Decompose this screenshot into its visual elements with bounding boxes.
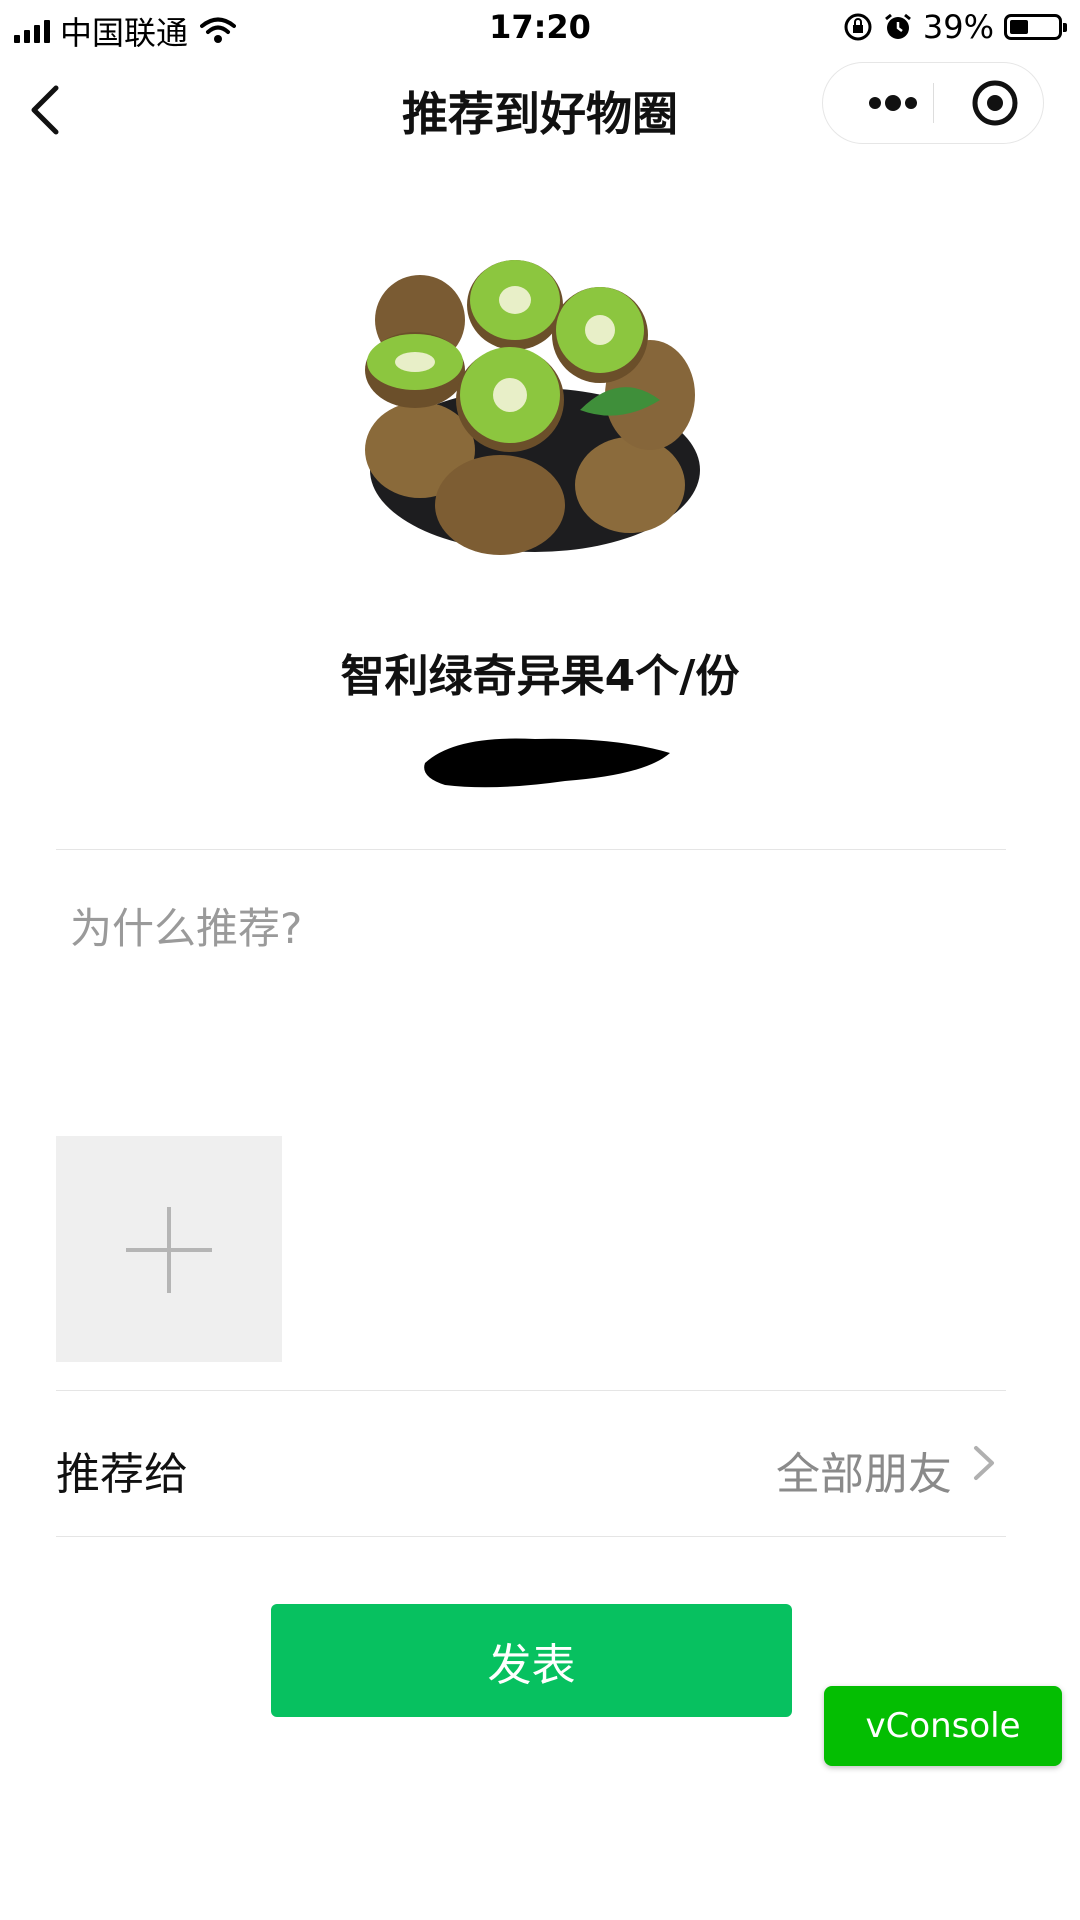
recommend-value: 全部朋友 (776, 1449, 952, 1500)
chevron-right-icon (974, 1446, 994, 1480)
nav-bar: 推荐到好物圈 (0, 52, 1080, 162)
orientation-lock-icon (844, 13, 872, 41)
capsule-menu (822, 62, 1044, 144)
battery-fill (1010, 20, 1028, 34)
recommend-label: 推荐给 (56, 1449, 188, 1500)
kiwi-fruit-image (365, 260, 700, 555)
more-dots-icon[interactable] (853, 63, 933, 143)
alarm-icon (884, 13, 911, 39)
product-name: 智利绿奇异果4个/份 (340, 651, 740, 702)
vconsole-button[interactable]: vConsole (824, 1686, 1062, 1766)
publish-button[interactable]: 发表 (271, 1604, 792, 1717)
redacted-price-scribble (424, 738, 670, 788)
recommend-to-row[interactable]: 推荐给 全部朋友 (56, 1390, 1006, 1536)
screen: 中国联通 17:20 39% 推荐到好物圈 智利绿奇异果4个/份 为什么推荐? … (0, 0, 1080, 1920)
battery-icon (1004, 14, 1067, 40)
battery-percent: 39% (922, 8, 994, 46)
status-bar: 中国联通 17:20 39% (0, 0, 1080, 52)
divider-top (56, 849, 1006, 850)
target-close-icon[interactable] (955, 63, 1035, 143)
reason-textarea[interactable] (70, 895, 990, 1055)
status-right: 39% (843, 8, 1067, 46)
add-image-button[interactable] (56, 1136, 282, 1362)
plus-icon-vertical (167, 1207, 171, 1293)
capsule-divider (933, 83, 934, 123)
divider-bottom (56, 1536, 1006, 1537)
